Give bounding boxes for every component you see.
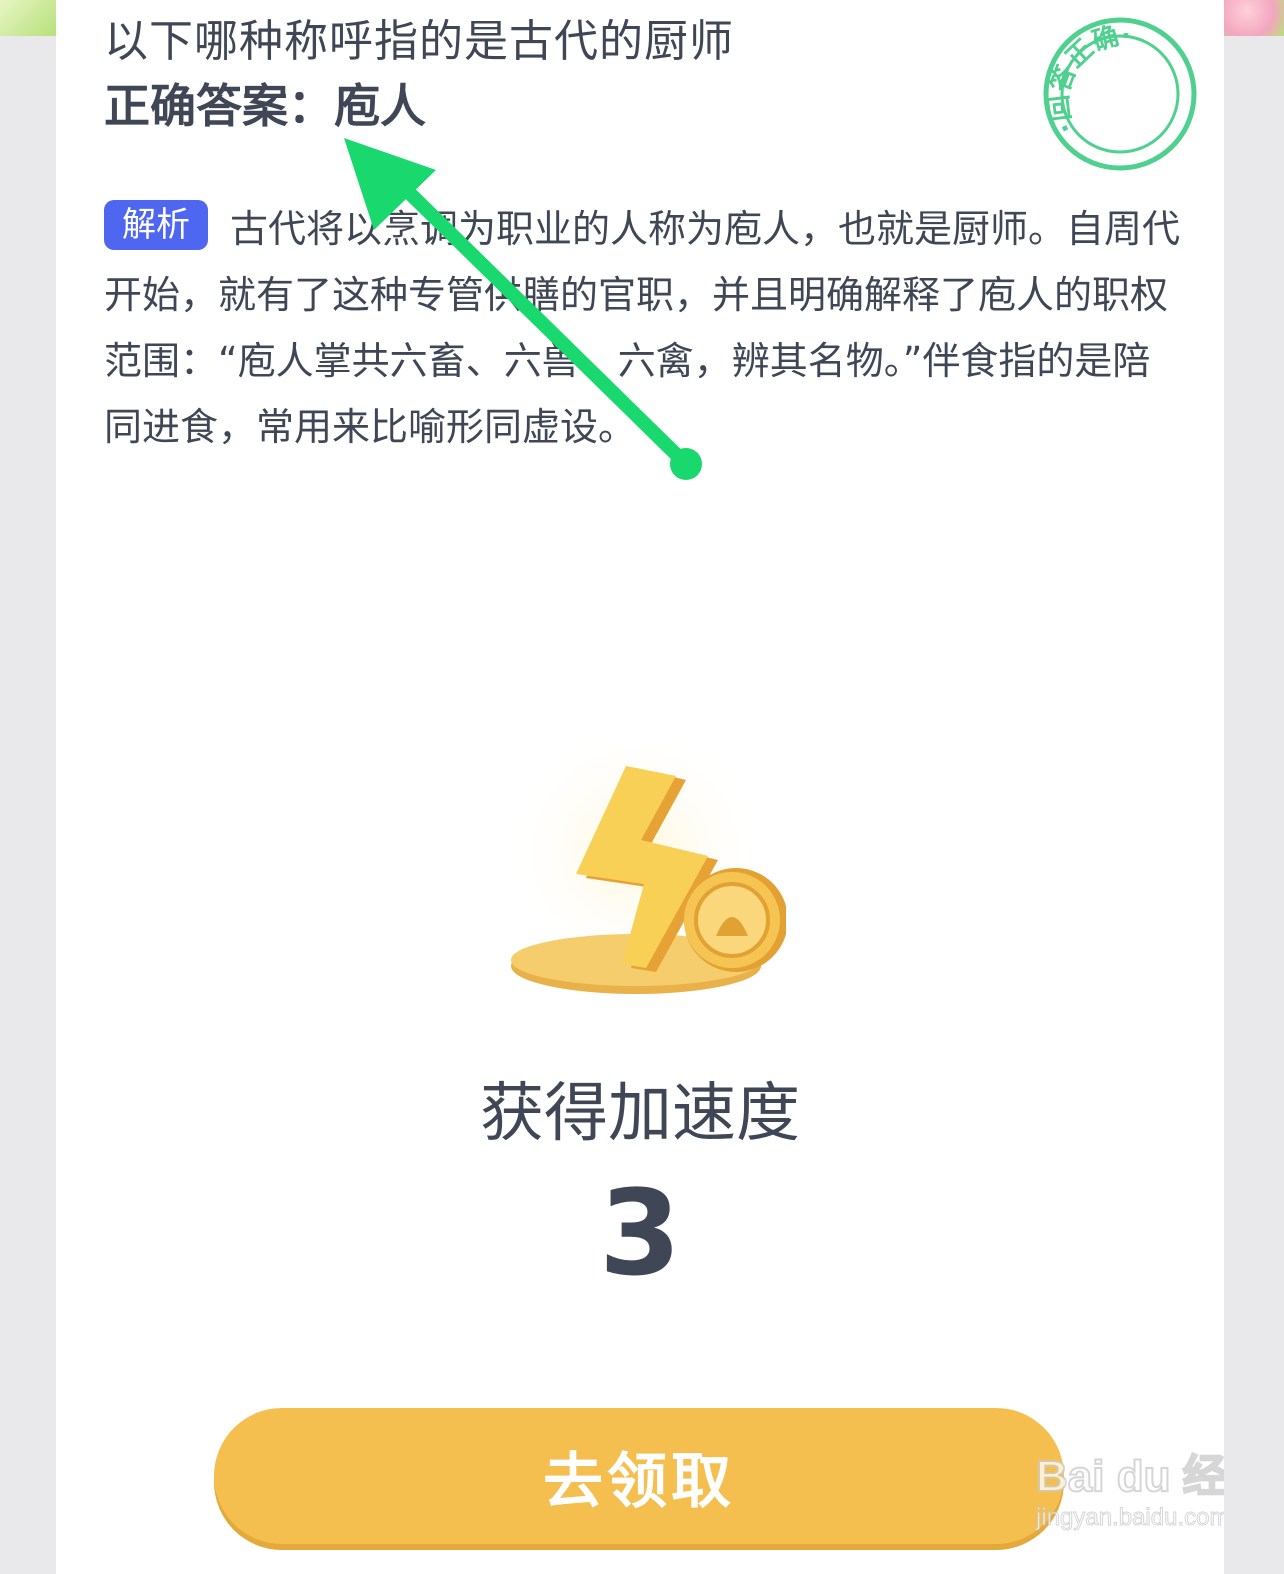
claim-button[interactable]: 去领取	[214, 1408, 1064, 1544]
correct-answer: 正确答案：庖人	[104, 78, 426, 134]
reward-value: 3	[598, 1164, 682, 1302]
question-text: 以下哪种称呼指的是古代的厨师	[104, 16, 734, 67]
watermark-brand: Bai du 经验	[1035, 1451, 1224, 1502]
baidu-watermark: Bai du 经验 jingyan.baidu.com	[1035, 1426, 1224, 1546]
correct-stamp-icon: ·回答正确·	[1042, 17, 1197, 171]
stamp-text: ·回答正确·	[1042, 18, 1146, 140]
answer-value: 庖人	[334, 79, 426, 133]
right-edge-decoration	[1222, 0, 1284, 36]
reward-title: 获得加速度	[480, 1077, 800, 1151]
answer-label: 正确答案：	[104, 79, 334, 133]
watermark-url: jingyan.baidu.com	[1035, 1504, 1224, 1532]
analysis-tag: 解析	[104, 200, 208, 250]
left-edge-decoration	[0, 0, 56, 36]
result-card: 以下哪种称呼指的是古代的厨师 正确答案：庖人 ·回答正确· 解析 古代将以烹调为职…	[56, 0, 1224, 1574]
svg-text:·回答正确·: ·回答正确·	[1042, 18, 1146, 140]
green-arrow-icon	[344, 138, 702, 480]
lightning-coin-icon	[506, 740, 786, 995]
